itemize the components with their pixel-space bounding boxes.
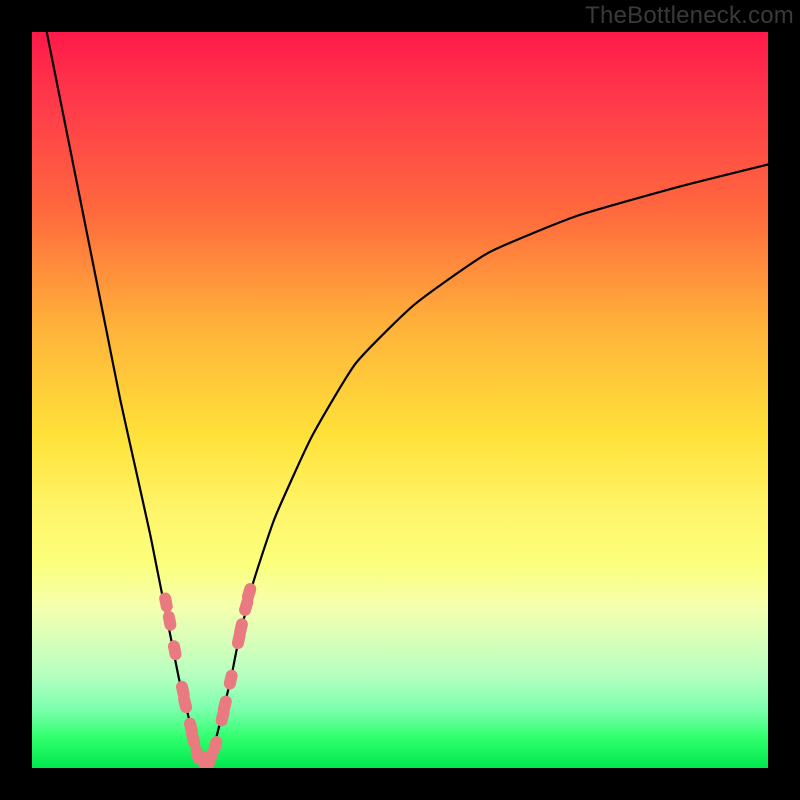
chart-frame: TheBottleneck.com: [0, 0, 800, 800]
plot-area: [32, 32, 768, 768]
gradient-background: [32, 32, 768, 768]
watermark-text: TheBottleneck.com: [585, 2, 794, 30]
